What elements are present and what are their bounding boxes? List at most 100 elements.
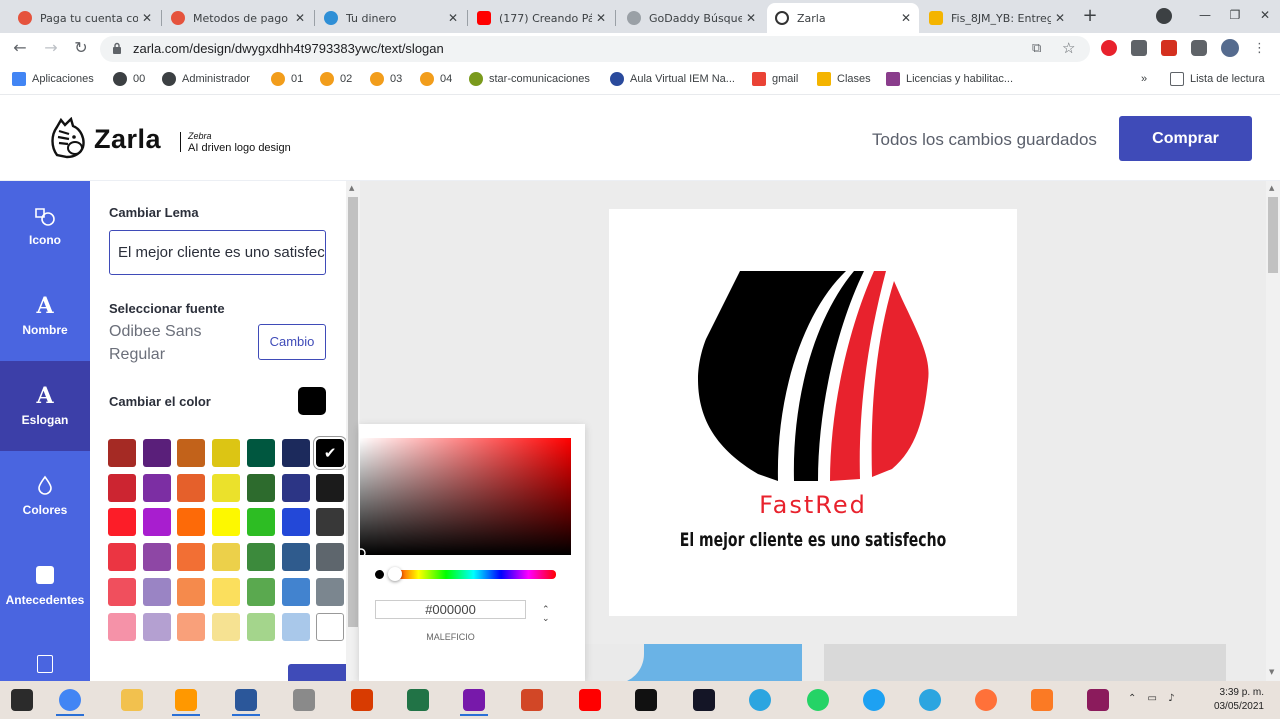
bookmark-star-comunicaciones[interactable]: star-comunicaciones [469, 71, 590, 87]
tab-paga-tu-cuenta[interactable]: Paga tu cuenta co ✕ [10, 3, 160, 33]
close-icon[interactable]: ✕ [746, 11, 756, 25]
color-swatch[interactable] [212, 439, 241, 467]
bookmark-aplicaciones[interactable]: Aplicaciones [12, 71, 94, 87]
system-tray[interactable]: ⌃ ▭ ♪ [1128, 693, 1198, 707]
color-swatch[interactable] [142, 439, 171, 467]
restore-icon[interactable]: ❐ [1220, 0, 1250, 30]
scrollbar-thumb[interactable] [1268, 197, 1278, 273]
color-swatch[interactable] [142, 508, 171, 537]
color-swatch[interactable] [108, 473, 136, 502]
new-tab-button[interactable]: + [1080, 6, 1100, 26]
minimize-icon[interactable]: — [1190, 0, 1220, 30]
bookmark-gmail[interactable]: gmail [752, 71, 798, 87]
color-swatch[interactable] [177, 508, 206, 537]
taskbar-twitter[interactable] [856, 684, 892, 716]
color-swatch[interactable] [142, 473, 171, 502]
nav-more[interactable] [0, 631, 90, 681]
color-swatch[interactable] [246, 577, 275, 606]
taskbar-audio[interactable] [286, 684, 322, 716]
scroll-up-icon[interactable]: ▲ [349, 184, 354, 192]
color-swatch[interactable] [281, 577, 310, 606]
bookmark-01[interactable]: 01 [271, 71, 303, 87]
color-swatch[interactable] [246, 473, 275, 502]
color-swatch[interactable]: ✔ [316, 439, 345, 467]
hue-slider[interactable] [391, 570, 556, 579]
color-swatch[interactable] [281, 543, 310, 572]
bookmark-licencias[interactable]: Licencias y habilitac... [886, 71, 1013, 87]
canvas-scrollbar[interactable]: ▲ ▼ [1266, 181, 1280, 681]
bookmark-aula-virtual[interactable]: Aula Virtual IEM Na... [610, 71, 735, 87]
puzzle-icon[interactable] [1191, 40, 1207, 56]
format-toggle-icon[interactable]: ⌃ ⌄ [542, 606, 550, 624]
avatar[interactable] [1221, 39, 1239, 57]
color-swatch[interactable] [108, 508, 136, 537]
change-font-button[interactable]: Cambio [258, 324, 326, 360]
close-icon[interactable]: ✕ [448, 11, 458, 25]
nav-antecedentes[interactable]: Antecedentes [0, 541, 90, 631]
taskbar-word[interactable] [228, 684, 264, 716]
taskbar-speedtest[interactable] [686, 684, 722, 716]
nav-eslogan[interactable]: A Eslogan [0, 361, 90, 451]
taskbar-telegram[interactable] [912, 684, 948, 716]
taskbar-xampp[interactable] [1024, 684, 1060, 716]
color-swatch[interactable] [246, 543, 275, 572]
color-swatch[interactable] [142, 543, 171, 572]
tab-metodos-de-pago[interactable]: Metodos de pago ✕ [163, 3, 313, 33]
panel-scrollbar[interactable]: ▲ [346, 181, 360, 681]
mockup-card[interactable] [584, 644, 802, 681]
tab-youtube[interactable]: (177) Creando Pág ✕ [469, 3, 614, 33]
bookmark-clases[interactable]: Clases [817, 71, 871, 87]
bookmark-administrador[interactable]: Administrador [162, 71, 250, 87]
back-arrow-icon[interactable]: ← [9, 37, 31, 59]
taskbar-firefox[interactable] [968, 684, 1004, 716]
color-swatch[interactable] [142, 612, 171, 641]
color-swatch[interactable] [212, 543, 241, 572]
color-swatch[interactable] [108, 612, 136, 641]
taskbar-sublime[interactable] [168, 684, 204, 716]
taskbar-chrome[interactable] [52, 684, 88, 716]
color-swatch[interactable] [316, 508, 345, 537]
bookmark-00[interactable]: 00 [113, 71, 145, 87]
color-swatch[interactable] [177, 543, 206, 572]
pdf-extension-icon[interactable] [1161, 40, 1177, 56]
color-swatch[interactable] [316, 577, 345, 606]
clock[interactable]: 3:39 p. m. 03/05/2021 [1214, 686, 1264, 714]
close-icon[interactable]: ✕ [295, 11, 305, 25]
tab-zarla[interactable]: Zarla ✕ [767, 3, 919, 33]
bookmark-star-icon[interactable]: ☆ [1062, 39, 1075, 57]
color-swatch[interactable] [212, 508, 241, 537]
color-swatch[interactable] [212, 612, 241, 641]
taskbar-powerpoint[interactable] [514, 684, 550, 716]
current-color-swatch[interactable] [298, 387, 326, 415]
color-swatch[interactable] [281, 473, 310, 502]
color-swatch[interactable] [177, 577, 206, 606]
color-swatch[interactable] [246, 612, 275, 641]
tab-search-icon[interactable] [1156, 8, 1172, 24]
color-swatch[interactable] [316, 473, 345, 502]
scroll-up-icon[interactable]: ▲ [1269, 184, 1274, 192]
logo-preview-card[interactable]: FastRed El mejor cliente es uno satisfec… [609, 209, 1017, 616]
hue-slider-handle[interactable] [388, 567, 402, 581]
color-swatch[interactable] [108, 543, 136, 572]
taskbar-winrar[interactable] [1080, 684, 1116, 716]
saturation-box[interactable] [360, 438, 571, 555]
close-icon[interactable]: ✕ [142, 11, 152, 25]
color-swatch[interactable] [177, 439, 206, 467]
tab-fis-8jm[interactable]: Fis_8JM_YB: Entreg ✕ [921, 3, 1073, 33]
close-window-icon[interactable]: ✕ [1250, 0, 1280, 30]
close-icon[interactable]: ✕ [1055, 11, 1065, 25]
color-swatch[interactable] [212, 577, 241, 606]
buy-button[interactable]: Comprar [1119, 116, 1252, 161]
taskbar-file-explorer[interactable] [114, 684, 150, 716]
color-swatch[interactable] [316, 612, 345, 641]
close-icon[interactable]: ✕ [596, 11, 606, 25]
reading-list-button[interactable]: Lista de lectura [1170, 71, 1265, 87]
taskbar-onenote[interactable] [456, 684, 492, 716]
color-swatch[interactable] [142, 577, 171, 606]
color-swatch[interactable] [108, 577, 136, 606]
reload-icon[interactable]: ↻ [70, 37, 92, 59]
address-bar[interactable]: zarla.com/design/dwygxdhh4t9793383ywc/te… [100, 36, 1090, 62]
bookmark-04[interactable]: 04 [420, 71, 452, 87]
scrollbar-thumb[interactable] [348, 197, 358, 627]
taskbar-whatsapp[interactable] [800, 684, 836, 716]
